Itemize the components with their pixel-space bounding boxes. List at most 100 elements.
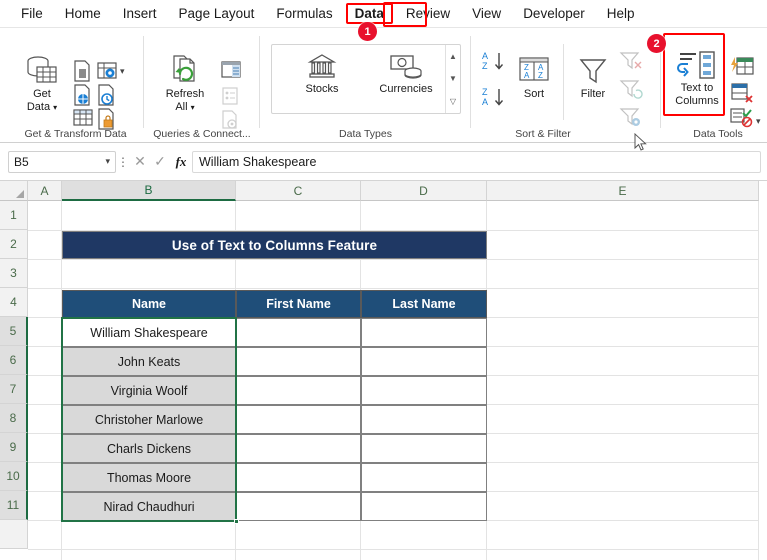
text-to-columns-label-line1: Text to (680, 82, 714, 94)
cell-last-name-5[interactable] (361, 434, 487, 463)
stocks-button[interactable]: Stocks (284, 53, 360, 96)
cell-first-name-4[interactable] (236, 405, 361, 434)
data-tools-more-chevron-icon[interactable]: ▾ (756, 116, 761, 127)
tab-developer[interactable]: Developer (514, 3, 594, 24)
currencies-button[interactable]: Currencies (364, 53, 448, 96)
svg-text:Z: Z (482, 87, 488, 97)
name-box[interactable]: B5 ▾ (8, 150, 116, 173)
select-all-corner[interactable] (0, 181, 28, 201)
formula-bar-options-icon[interactable]: ⋮ (116, 155, 130, 169)
column-header-d[interactable]: D (361, 181, 487, 201)
tab-insert[interactable]: Insert (114, 3, 166, 24)
gallery-expand-icon[interactable]: ▽ (450, 97, 456, 106)
cell-last-name-1[interactable] (361, 318, 487, 347)
tab-help[interactable]: Help (598, 3, 644, 24)
cell-first-name-2[interactable] (236, 347, 361, 376)
row-header-9[interactable]: 9 (0, 433, 28, 462)
recent-sources-icon[interactable] (96, 84, 116, 111)
ribbon-group-label-data-tools: Data Tools (693, 128, 743, 140)
currencies-icon (390, 55, 422, 79)
formula-input[interactable]: William Shakespeare (192, 150, 761, 173)
insert-function-button[interactable]: fx (170, 154, 192, 170)
column-header-c[interactable]: C (236, 181, 361, 201)
data-types-gallery-scrollbar[interactable]: ▲ ▼ ▽ (445, 45, 460, 113)
refresh-all-button[interactable]: Refresh All ▾ (156, 54, 214, 114)
name-box-chevron-icon[interactable]: ▾ (105, 156, 110, 167)
cell-last-name-3[interactable] (361, 376, 487, 405)
row-header-11[interactable]: 11 (0, 491, 28, 520)
name-box-value: B5 (14, 154, 29, 169)
table-header-name[interactable]: Name (62, 290, 236, 318)
sort-button[interactable]: Z A A Z Sort (511, 56, 557, 101)
from-web-icon[interactable] (72, 84, 92, 111)
refresh-all-icon (173, 55, 195, 82)
reapply-filter-icon[interactable] (619, 78, 643, 105)
flash-fill-icon[interactable] (730, 56, 754, 83)
data-types-gallery[interactable]: Stocks Currencies ▲ ▼ ▽ (271, 44, 461, 114)
cell-last-name-6[interactable] (361, 463, 487, 492)
annotation-badge-2: 2 (647, 34, 666, 53)
row-header-6[interactable]: 6 (0, 346, 28, 375)
cell-name-4[interactable]: Christoher Marlowe (62, 405, 236, 434)
cell-name-7[interactable]: Nirad Chaudhuri (62, 492, 236, 521)
column-header-b[interactable]: B (62, 181, 236, 201)
sheet-title-banner[interactable]: Use of Text to Columns Feature (62, 231, 487, 259)
cell-first-name-3[interactable] (236, 376, 361, 405)
tab-review[interactable]: Review (397, 3, 459, 24)
cell-last-name-2[interactable] (361, 347, 487, 376)
gallery-scroll-down-icon[interactable]: ▼ (449, 74, 457, 83)
tab-home[interactable]: Home (56, 3, 110, 24)
sort-descending-icon[interactable]: ZA (481, 86, 507, 115)
text-to-columns-button[interactable]: Text to Columns (666, 50, 728, 108)
sort-icon: Z A A Z (519, 57, 549, 81)
column-header-a[interactable]: A (28, 181, 62, 201)
remove-duplicates-icon[interactable] (730, 82, 754, 109)
table-header-last-name[interactable]: Last Name (361, 290, 487, 318)
tab-data[interactable]: Data (345, 3, 393, 24)
cell-first-name-6[interactable] (236, 463, 361, 492)
cell-name-2[interactable]: John Keats (62, 347, 236, 376)
sort-ascending-icon[interactable]: AZ (481, 50, 507, 79)
ribbon-group-data-tools: Text to Columns ▾ Data Tools (662, 28, 767, 143)
advanced-filter-icon[interactable] (619, 106, 643, 133)
tab-view[interactable]: View (463, 3, 510, 24)
cell-first-name-5[interactable] (236, 434, 361, 463)
properties-icon[interactable] (220, 86, 240, 111)
row-header-7[interactable]: 7 (0, 375, 28, 404)
row-header-12[interactable] (0, 520, 28, 549)
cell-first-name-1[interactable] (236, 318, 361, 347)
from-text-csv-icon[interactable] (72, 60, 92, 87)
cell-name-5[interactable]: Charls Dickens (62, 434, 236, 463)
row-header-2[interactable]: 2 (0, 230, 28, 259)
gallery-scroll-up-icon[interactable]: ▲ (449, 52, 457, 61)
clear-filter-icon[interactable] (619, 50, 643, 77)
cell-last-name-4[interactable] (361, 405, 487, 434)
column-header-e[interactable]: E (487, 181, 759, 201)
cell-last-name-7[interactable] (361, 492, 487, 521)
fill-handle[interactable] (234, 519, 239, 524)
row-header-10[interactable]: 10 (0, 462, 28, 491)
tab-page-layout[interactable]: Page Layout (170, 3, 264, 24)
row-header-3[interactable]: 3 (0, 259, 28, 288)
row-header-8[interactable]: 8 (0, 404, 28, 433)
row-header-4[interactable]: 4 (0, 288, 28, 317)
table-header-first-name[interactable]: First Name (236, 290, 361, 318)
filter-button[interactable]: Filter (569, 56, 617, 101)
tab-formulas[interactable]: Formulas (267, 3, 341, 24)
queries-connections-pane-icon[interactable] (220, 60, 242, 85)
text-to-columns-label-line2: Columns (675, 95, 719, 107)
confirm-entry-button[interactable]: ✓ (150, 153, 170, 170)
filter-icon (579, 59, 607, 84)
get-data-button[interactable]: Get Data ▾ (16, 54, 68, 114)
cell-name-6[interactable]: Thomas Moore (62, 463, 236, 492)
tab-file[interactable]: File (12, 3, 52, 24)
from-web-table-icon[interactable] (96, 60, 118, 87)
ribbon-group-sort-filter: AZ ZA Z A A Z Sort Filter Sort & Filter (473, 28, 643, 143)
row-header-1[interactable]: 1 (0, 201, 28, 230)
cell-first-name-7[interactable] (236, 492, 361, 521)
row-header-5[interactable]: 5 (0, 317, 28, 346)
cancel-entry-button[interactable]: ✕ (130, 153, 150, 170)
cell-name-1[interactable]: William Shakespeare (62, 318, 236, 347)
chevron-down-icon[interactable]: ▾ (120, 66, 125, 77)
cell-name-3[interactable]: Virginia Woolf (62, 376, 236, 405)
